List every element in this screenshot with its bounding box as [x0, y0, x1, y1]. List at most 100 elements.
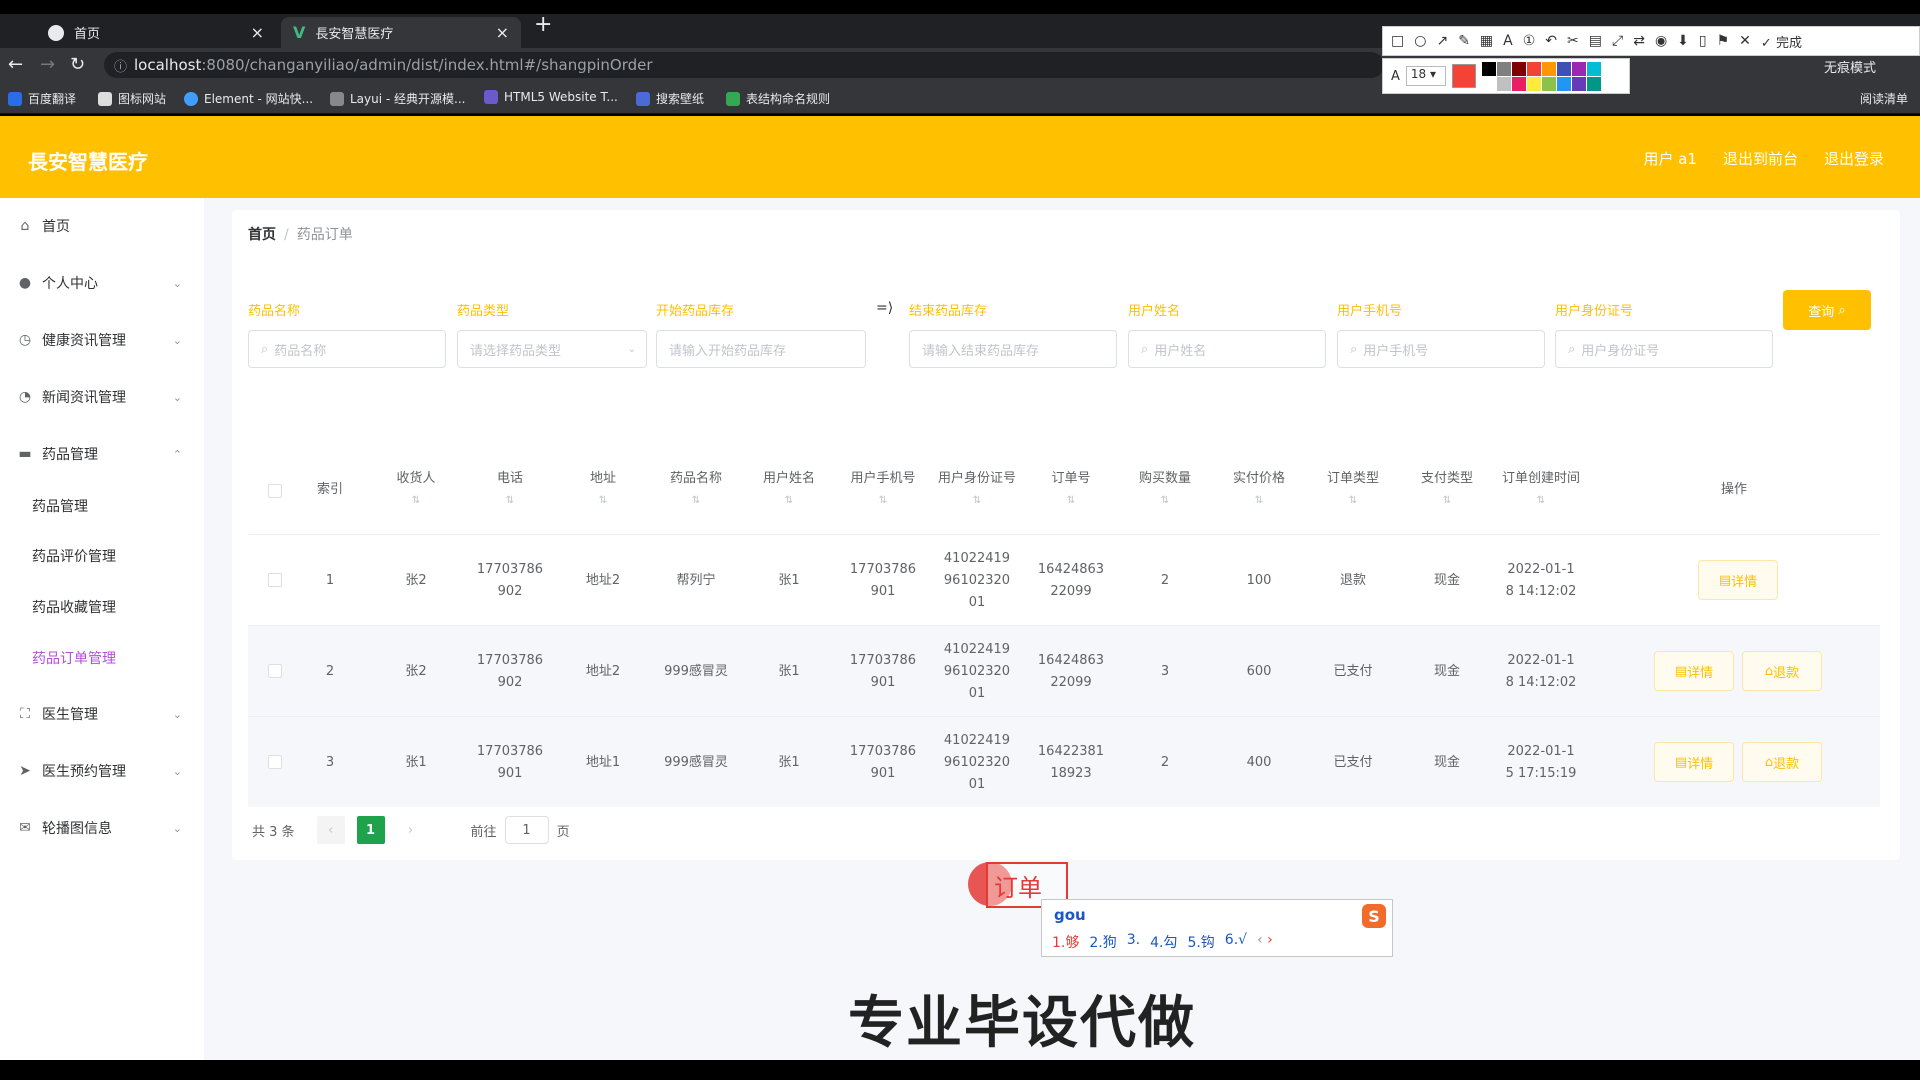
- bookmark-item[interactable]: 表结构命名规则: [726, 90, 830, 107]
- palette-swatch[interactable]: [1496, 61, 1511, 76]
- page-number[interactable]: 1: [356, 816, 385, 844]
- palette-swatch[interactable]: [1571, 61, 1586, 76]
- pin-icon[interactable]: ✂: [1567, 33, 1579, 49]
- column-header[interactable]: 收货人 ⇅: [368, 446, 464, 534]
- sidebar-item-news[interactable]: ◔ 新闻资讯管理 ⌄: [0, 375, 204, 419]
- breadcrumb-home[interactable]: 首页: [248, 227, 276, 243]
- column-header[interactable]: 用户手机号 ⇅: [836, 446, 930, 534]
- palette-swatch[interactable]: [1526, 76, 1541, 91]
- column-header[interactable]: 订单号 ⇅: [1024, 446, 1118, 534]
- close-icon[interactable]: ×: [496, 23, 509, 42]
- goto-page-input[interactable]: 1: [504, 816, 549, 844]
- palette-swatch[interactable]: [1571, 76, 1586, 91]
- bookmark-icon[interactable]: ⚑: [1717, 33, 1730, 49]
- mosaic-tool-icon[interactable]: ▦: [1480, 33, 1493, 49]
- detail-button[interactable]: ▤ 详情: [1698, 560, 1778, 600]
- palette-swatch[interactable]: [1541, 76, 1556, 91]
- sort-icon[interactable]: ⇅: [1067, 490, 1075, 512]
- row-checkbox[interactable]: [268, 664, 282, 678]
- next-page-icon[interactable]: ›: [396, 816, 425, 844]
- sort-icon[interactable]: ⇅: [599, 490, 607, 512]
- ime-candidate[interactable]: 4.勾: [1150, 932, 1177, 952]
- sidebar-item-carousel[interactable]: ✉ 轮播图信息 ⌄: [0, 806, 204, 850]
- palette-swatch[interactable]: [1586, 61, 1601, 76]
- select-all-checkbox[interactable]: [268, 484, 282, 498]
- current-color-swatch[interactable]: [1451, 64, 1476, 88]
- rect-tool-icon[interactable]: □: [1391, 33, 1404, 49]
- palette-swatch[interactable]: [1481, 76, 1496, 91]
- refund-button[interactable]: ⌂ 退款: [1742, 651, 1822, 691]
- sidebar-sub-drug-order[interactable]: 药品订单管理: [0, 638, 204, 678]
- column-header[interactable]: 用户姓名 ⇅: [742, 446, 836, 534]
- bookmark-item[interactable]: 百度翻译: [8, 90, 76, 107]
- download-icon[interactable]: ⬇: [1677, 33, 1689, 49]
- back-icon[interactable]: ←: [8, 54, 23, 75]
- detail-button[interactable]: ▤ 详情: [1654, 742, 1734, 782]
- palette-swatch[interactable]: [1511, 76, 1526, 91]
- ime-candidate[interactable]: 1.够: [1052, 932, 1079, 952]
- sidebar-sub-drug-favorite[interactable]: 药品收藏管理: [0, 587, 204, 627]
- ocr-icon[interactable]: ▤: [1589, 33, 1602, 49]
- logout-link[interactable]: 退出登录: [1824, 148, 1884, 169]
- stock-start-input[interactable]: 请输入开始药品库存: [656, 330, 866, 368]
- column-header[interactable]: 用户身份证号 ⇅: [930, 446, 1024, 534]
- undo-icon[interactable]: ↶: [1545, 33, 1557, 49]
- ime-candidate[interactable]: 6.√: [1225, 932, 1247, 952]
- ime-candidate[interactable]: 2.狗: [1089, 932, 1116, 952]
- palette-swatch[interactable]: [1511, 61, 1526, 76]
- frontend-link[interactable]: 退出到前台: [1723, 148, 1798, 169]
- sidebar-sub-drug-manage[interactable]: 药品管理: [0, 486, 204, 526]
- user-id-input[interactable]: ⌕ 用户身份证号: [1555, 330, 1773, 368]
- reading-list[interactable]: 阅读清单: [1860, 90, 1908, 107]
- palette-swatch[interactable]: [1481, 61, 1496, 76]
- sort-icon[interactable]: ⇅: [879, 490, 887, 512]
- font-size-select[interactable]: 18 ▾: [1405, 66, 1446, 86]
- sidebar-sub-drug-review[interactable]: 药品评价管理: [0, 536, 204, 576]
- cancel-icon[interactable]: ✕: [1739, 33, 1751, 49]
- ellipse-tool-icon[interactable]: ○: [1414, 33, 1426, 49]
- palette-swatch[interactable]: [1556, 61, 1571, 76]
- stock-end-input[interactable]: 请输入结束药品库存: [909, 330, 1117, 368]
- sort-icon[interactable]: ⇅: [1161, 490, 1169, 512]
- column-header[interactable]: 索引: [292, 446, 368, 534]
- ime-candidate[interactable]: 3.: [1127, 932, 1140, 952]
- translate-icon[interactable]: ⇄: [1633, 33, 1645, 49]
- column-header[interactable]: 地址 ⇅: [556, 446, 650, 534]
- incognito-label[interactable]: 无痕模式: [1824, 57, 1876, 76]
- forward-icon[interactable]: →: [40, 54, 55, 75]
- table-row[interactable]: 1 张2 17703786902 地址2 帮列宁 张1 17703786901 4102241…: [248, 534, 1880, 625]
- number-tool-icon[interactable]: ①: [1523, 33, 1536, 49]
- column-header[interactable]: 订单创建时间 ⇅: [1494, 446, 1588, 534]
- user-link[interactable]: 用户 a1: [1643, 148, 1697, 169]
- expand-icon[interactable]: ⤢: [1612, 33, 1623, 49]
- info-icon[interactable]: ⓘ: [114, 56, 127, 75]
- text-tool-icon[interactable]: A: [1503, 33, 1513, 49]
- close-icon[interactable]: ×: [251, 23, 264, 42]
- bookmark-item[interactable]: 图标网站: [98, 90, 166, 107]
- sort-icon[interactable]: ⇅: [785, 490, 793, 512]
- sort-icon[interactable]: ⇅: [1443, 490, 1451, 512]
- pen-tool-icon[interactable]: ✎: [1458, 33, 1470, 49]
- sidebar-item-health-news[interactable]: ◷ 健康资讯管理 ⌄: [0, 318, 204, 362]
- table-row[interactable]: 3 张1 17703786901 地址1 999感冒灵 张1 17703786901 4102…: [248, 716, 1880, 807]
- phone-icon[interactable]: ▯: [1699, 33, 1707, 49]
- sidebar-item-profile[interactable]: ● 个人中心 ⌄: [0, 261, 204, 305]
- bookmark-item[interactable]: Element - 网站快...: [184, 90, 313, 107]
- column-header[interactable]: 购买数量 ⇅: [1118, 446, 1212, 534]
- palette-swatch[interactable]: [1541, 61, 1556, 76]
- bookmark-item[interactable]: HTML5 Website T...: [484, 90, 618, 104]
- record-icon[interactable]: ◉: [1655, 33, 1667, 49]
- sort-icon[interactable]: ⇅: [1537, 490, 1545, 512]
- column-header[interactable]: 电话 ⇅: [464, 446, 556, 534]
- palette-swatch[interactable]: [1526, 61, 1541, 76]
- user-name-input[interactable]: ⌕ 用户姓名: [1128, 330, 1326, 368]
- sort-icon[interactable]: ⇅: [692, 490, 700, 512]
- user-phone-input[interactable]: ⌕ 用户手机号: [1337, 330, 1545, 368]
- arrow-tool-icon[interactable]: ↗: [1436, 33, 1448, 49]
- refund-button[interactable]: ⌂ 退款: [1742, 742, 1822, 782]
- drug-type-select[interactable]: 请选择药品类型 ⌄: [457, 330, 647, 368]
- color-palette[interactable]: [1481, 61, 1601, 91]
- column-header[interactable]: 药品名称 ⇅: [650, 446, 742, 534]
- url-input[interactable]: ⓘ localhost:8080/changanyiliao/admin/dis…: [104, 52, 1384, 78]
- bookmark-item[interactable]: 搜索壁纸: [636, 90, 704, 107]
